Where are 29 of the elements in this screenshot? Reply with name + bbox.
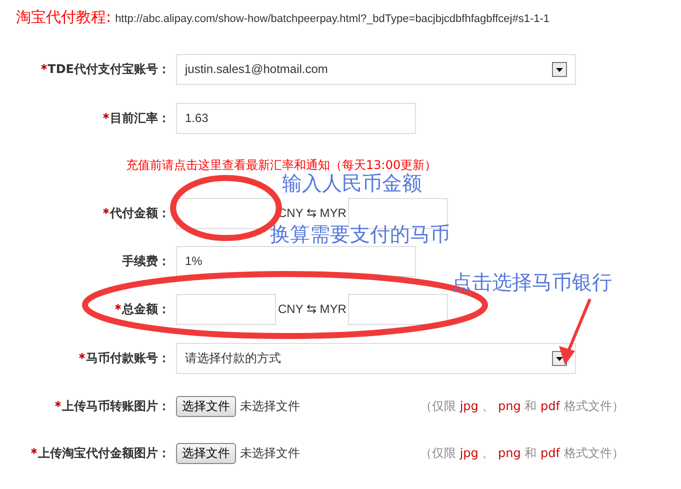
field-label: 总金额： (122, 300, 170, 318)
file-status: 未选择文件 (240, 445, 301, 462)
tutorial-url[interactable]: http://abc.alipay.com/show-how/batchpeerpay.html?_bdType=bacjbjcdbfhfagbffcej#s1-1-1 (115, 13, 550, 25)
currency-label: CNY ⇆ MYR (278, 302, 346, 316)
field-label: 上传淘宝代付金额图片： (38, 445, 170, 462)
file-status: 未选择文件 (240, 398, 301, 415)
notice-link[interactable]: 充值前请点击这里查看最新汇率和通知（每天13:00更新） (126, 157, 437, 174)
field-label: 手续费： (122, 252, 170, 270)
select-field[interactable]: 请选择付款的方式 (176, 342, 576, 374)
tutorial-title: 淘宝代付教程: (16, 8, 112, 27)
format-hint: （仅限 jpg 、 png 和 pdf 格式文件） (420, 398, 624, 415)
field-label: 上传马币转账图片： (62, 398, 170, 415)
choose-file-button[interactable]: 选择文件 (176, 443, 236, 464)
annotation-text: 点击选择马币银行 (452, 272, 612, 292)
select-field[interactable]: justin.sales1@hotmail.com (176, 54, 576, 84)
choose-file-button[interactable]: 选择文件 (176, 396, 236, 417)
annotation-text: 换算需要支付的马币 (270, 224, 450, 244)
field-label: TDE代付支付宝账号： (48, 60, 170, 78)
field-label: 马币付款账号： (86, 350, 170, 366)
field-label: 代付金额： (110, 204, 170, 222)
pointer-arrow (559, 298, 592, 365)
dropdown-icon[interactable] (552, 62, 567, 76)
input-field[interactable]: 1% (176, 246, 416, 276)
field-label: 目前汇率： (110, 110, 170, 126)
annotation-text: 输入人民币金额 (282, 173, 422, 193)
format-hint: （仅限 jpg 、 png 和 pdf 格式文件） (420, 445, 624, 462)
input-field[interactable]: 1.63 (176, 102, 416, 134)
input-field[interactable] (176, 294, 276, 324)
input-field[interactable] (348, 294, 448, 324)
